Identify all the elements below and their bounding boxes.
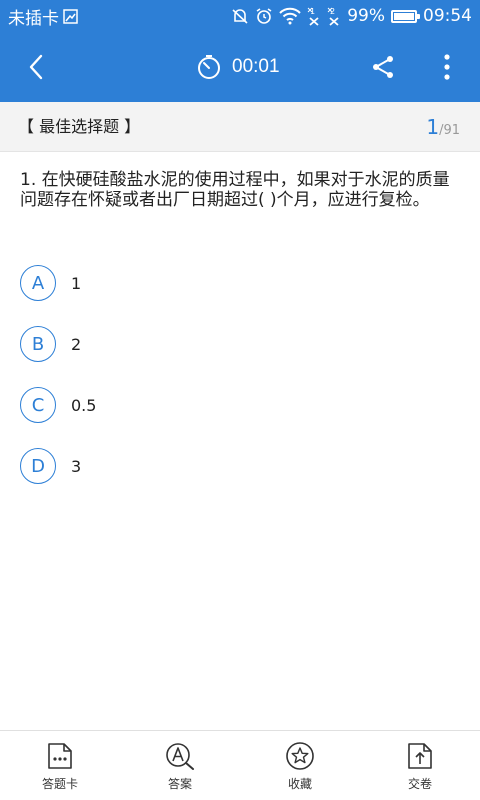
option-b[interactable]: B 2 [20,325,460,363]
answer-button[interactable]: 答案 [120,731,240,800]
mute-icon [231,7,249,25]
option-letter-circle: B [20,326,56,362]
option-text: 2 [71,334,82,354]
submit-button[interactable]: 交卷 [360,731,480,800]
more-vertical-icon [444,54,450,80]
signal-sim2-icon: 2 [327,6,341,26]
screen: 未插卡 1 2 99% 09:54 00:01 【 最佳选择题 】 1/91 1… [0,0,480,800]
status-right: 1 2 99% 09:54 [231,0,472,32]
answer-card-button[interactable]: 答题卡 [0,731,120,800]
option-text: 1 [71,273,82,293]
answer-search-icon [166,743,194,770]
option-text: 3 [71,456,82,476]
back-button[interactable] [16,49,56,85]
svg-text:2: 2 [330,7,335,16]
option-letter-circle: A [20,265,56,301]
status-bar: 未插卡 1 2 99% 09:54 [0,0,480,32]
svg-text:1: 1 [310,7,315,16]
options-list: A 1 B 2 C 0.5 D 3 [20,264,460,508]
timer-text: 00:01 [232,56,280,77]
bottom-toolbar: 答题卡 答案 收藏 交卷 [0,730,480,800]
option-letter-circle: D [20,448,56,484]
answer-label: 答案 [167,777,192,791]
submit-label: 交卷 [407,777,432,791]
back-arrow-icon [29,54,43,80]
option-d[interactable]: D 3 [20,447,460,485]
star-icon [286,742,314,770]
option-letter-circle: C [20,387,56,423]
clock-time: 09:54 [423,6,472,26]
sim-card-icon [63,8,78,24]
question-text: 1. 在快硬硅酸盐水泥的使用过程中，如果对于水泥的质量问题存在怀疑或者出厂日期超… [20,170,450,210]
favorite-button[interactable]: 收藏 [240,731,360,800]
submit-upload-icon [408,743,432,769]
option-text: 0.5 [71,395,97,415]
question-type-label: 【 最佳选择题 】 [18,117,141,136]
alarm-icon [255,7,273,25]
battery-level [394,12,414,20]
share-button[interactable] [366,50,400,84]
option-a[interactable]: A 1 [20,264,460,302]
question-header: 【 最佳选择题 】 1/91 [0,102,480,152]
battery-percent: 99% [347,6,385,26]
battery-icon [391,9,420,23]
carrier-text: 未插卡 [8,8,59,29]
more-options-button[interactable] [434,50,460,84]
wifi-icon [279,7,301,25]
answer-card-label: 答题卡 [41,777,78,791]
share-icon [373,56,393,78]
question-current-number: 1 [426,115,440,139]
app-bar: 00:01 [0,32,480,102]
question-progress: 1/91 [426,102,460,156]
status-left: 未插卡 [8,0,78,32]
answer-card-icon [48,743,72,769]
favorite-label: 收藏 [287,777,312,791]
question-total-count: /91 [439,123,460,138]
option-c[interactable]: C 0.5 [20,386,460,424]
timer: 00:01 [196,32,280,102]
signal-sim1-icon: 1 [307,6,321,26]
stopwatch-icon [198,55,220,79]
